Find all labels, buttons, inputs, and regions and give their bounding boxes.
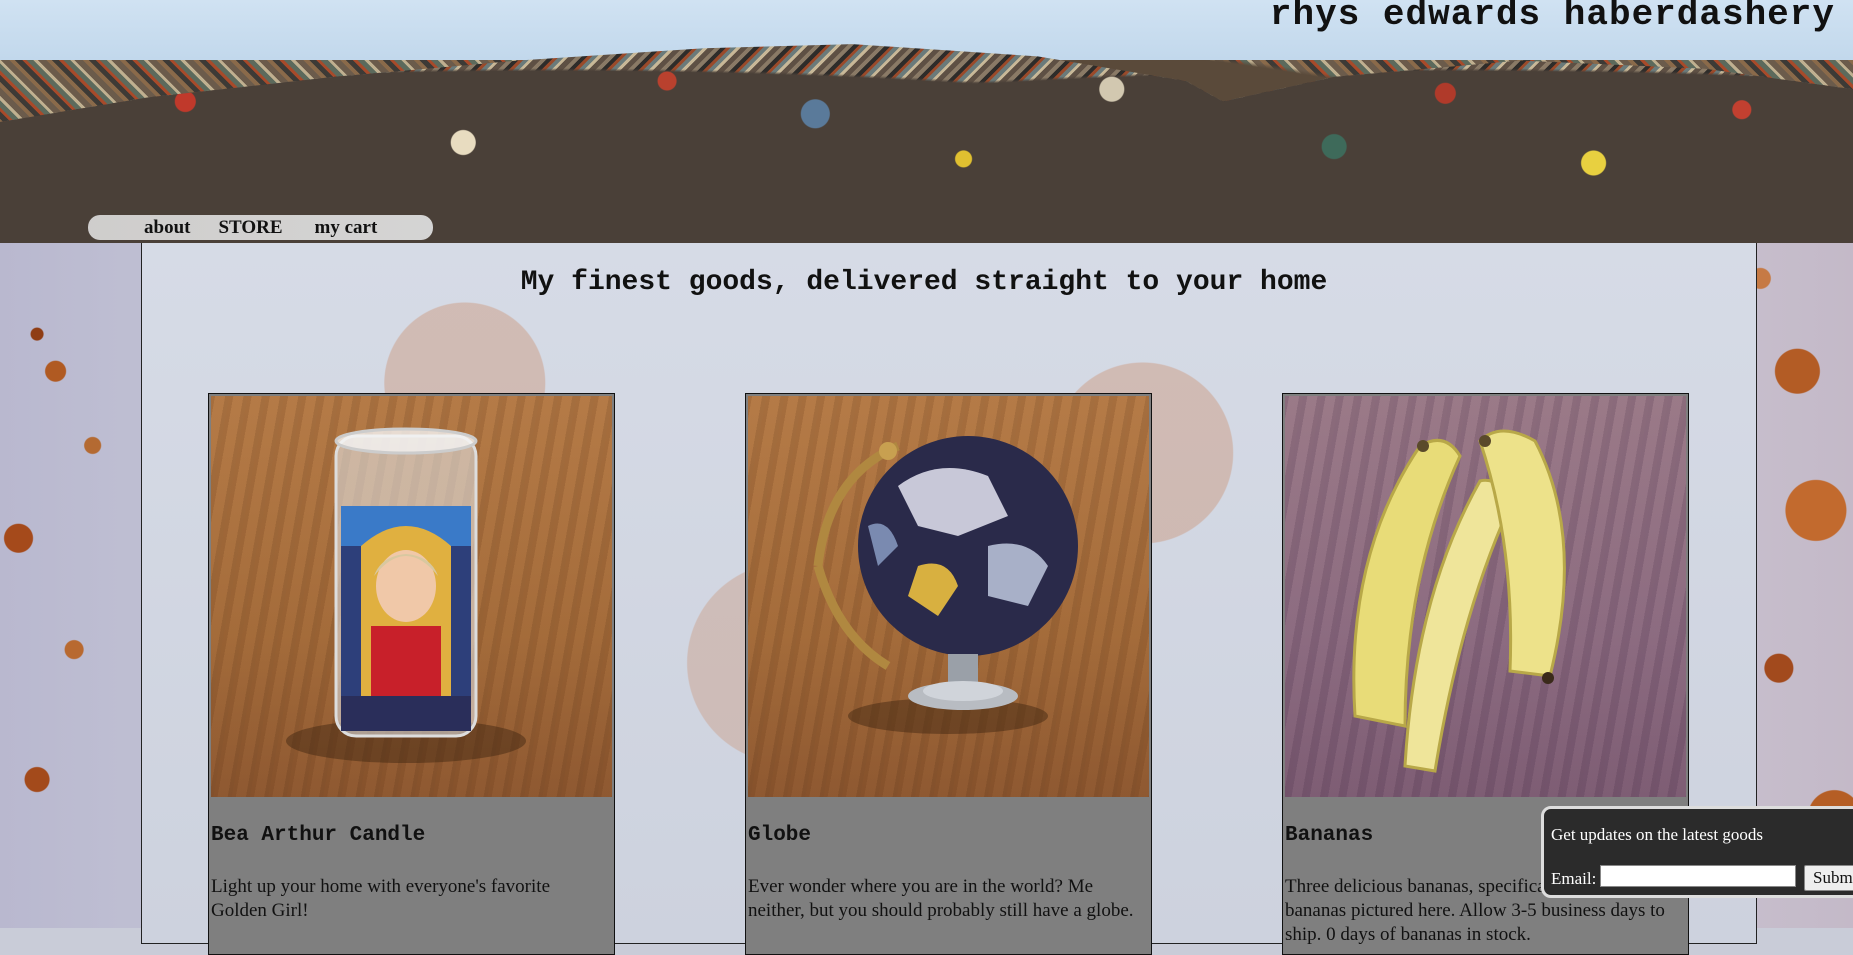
product-image-bea-arthur-candle[interactable]	[211, 396, 612, 797]
globe-illustration	[813, 436, 1078, 734]
site-title: rhys edwards haberdashery	[1269, 0, 1835, 35]
email-label: Email:	[1551, 869, 1597, 888]
product-card[interactable]: Bea Arthur Candle Light up your home wit…	[208, 393, 615, 955]
submit-button[interactable]: Submit	[1804, 865, 1853, 891]
nav-my-cart[interactable]: my cart	[315, 217, 378, 239]
email-input[interactable]	[1600, 865, 1796, 887]
scrapyard-image	[0, 44, 1853, 243]
product-card[interactable]: Globe Ever wonder where you are in the w…	[745, 393, 1152, 955]
bananas-illustration	[1352, 429, 1566, 773]
product-description: Light up your home with everyone's favor…	[211, 876, 551, 921]
product-description: Ever wonder where you are in the world? …	[748, 876, 1134, 921]
nav-about[interactable]: about	[144, 217, 190, 239]
newsletter-popup: Get updates on the latest goods Email: S…	[1541, 806, 1853, 898]
product-name[interactable]: Globe	[748, 824, 811, 847]
candle-illustration	[286, 427, 526, 763]
page-headline: My finest goods, delivered straight to y…	[520, 267, 1328, 298]
main-nav: about STORE my cart	[88, 215, 433, 240]
header-banner: rhys edwards haberdashery about STORE my…	[0, 0, 1853, 243]
product-image-bananas[interactable]	[1285, 396, 1686, 797]
product-name[interactable]: Bananas	[1285, 824, 1373, 847]
product-image-globe[interactable]	[748, 396, 1149, 797]
product-name[interactable]: Bea Arthur Candle	[211, 824, 425, 847]
newsletter-title: Get updates on the latest goods	[1551, 825, 1763, 844]
nav-store[interactable]: STORE	[218, 217, 282, 239]
